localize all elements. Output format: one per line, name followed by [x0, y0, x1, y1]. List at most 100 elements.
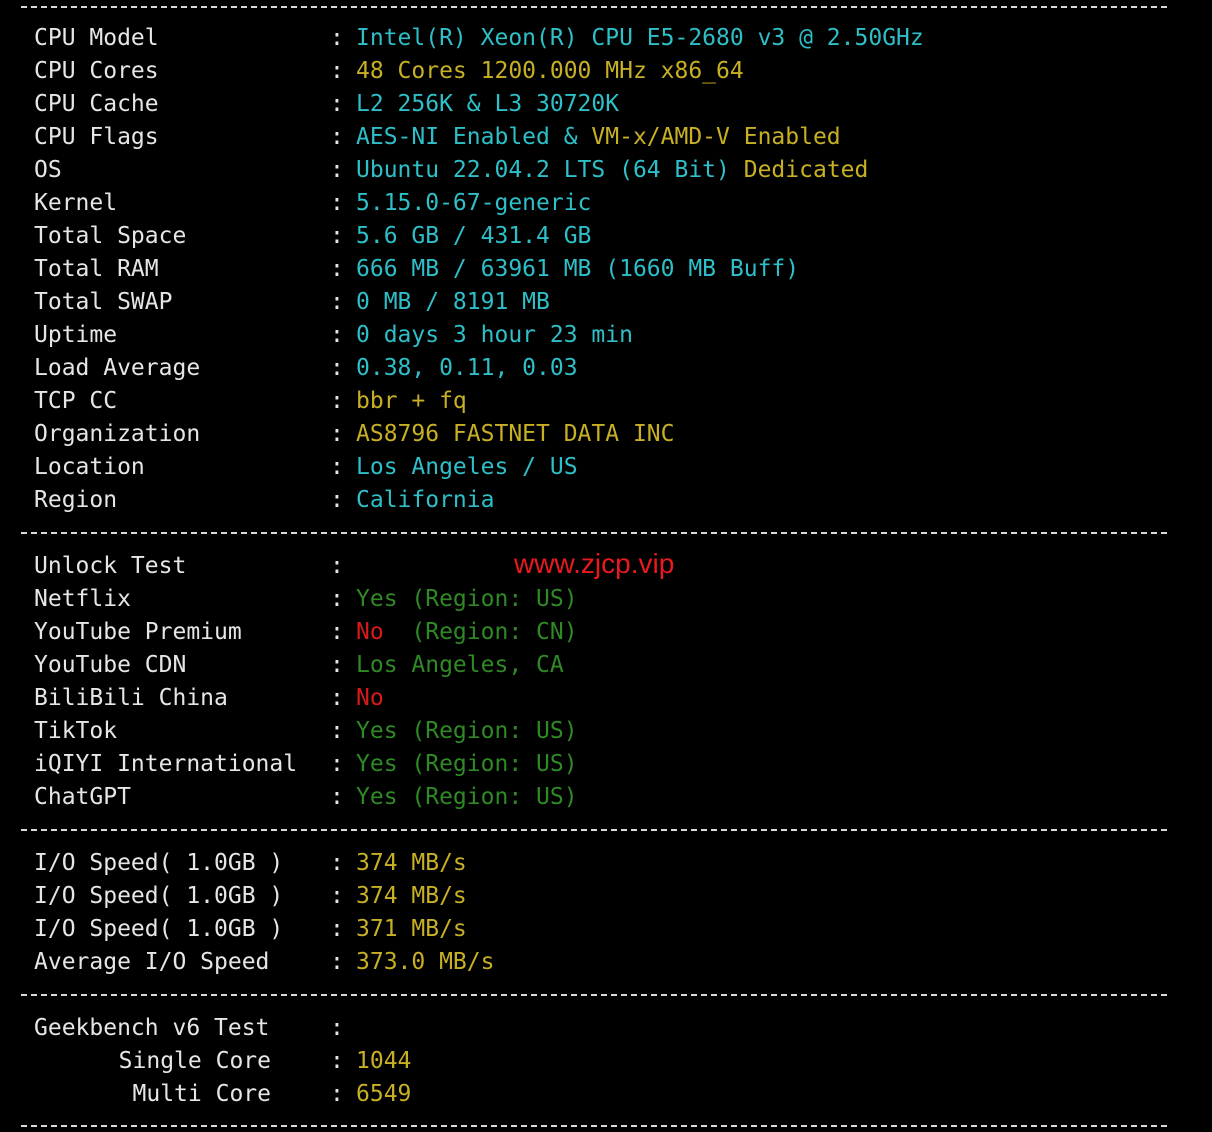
colon-separator: : — [330, 421, 344, 447]
row-value: 374 MB/s — [356, 847, 467, 880]
row-label: Single Core — [118, 1048, 271, 1074]
value-segment: L2 256K & L3 30720K — [356, 91, 620, 117]
row-value: No — [356, 682, 384, 715]
value-segment: 666 MB / 63961 MB (1660 MB Buff) — [356, 256, 800, 282]
colon-separator: : — [330, 553, 344, 579]
row-value: 373.0 MB/s — [356, 946, 494, 979]
row-value: 5.15.0-67-generic — [356, 187, 591, 220]
value-segment: 5.6 GB / 431.4 GB — [356, 223, 592, 249]
value-segment: No — [356, 619, 398, 645]
row-label: Region — [34, 487, 118, 513]
row-value: bbr + fq — [356, 385, 467, 418]
row-label: CPU Model — [34, 25, 159, 51]
colon-separator: : — [330, 751, 344, 777]
colon-separator: : — [330, 190, 344, 216]
value-segment: California — [356, 487, 495, 513]
value-segment: 1044 — [356, 1048, 412, 1074]
colon-separator: : — [330, 487, 344, 513]
row-value: 0 MB / 8191 MB — [356, 286, 550, 319]
colon-separator: : — [330, 916, 344, 942]
row-label: I/O Speed( 1.0GB ) — [34, 883, 284, 909]
colon-separator: : — [330, 619, 344, 645]
row-value: 666 MB / 63961 MB (1660 MB Buff) — [356, 253, 799, 286]
row-value: L2 256K & L3 30720K — [356, 88, 619, 121]
value-segment: bbr + fq — [356, 388, 467, 414]
row-label: Unlock Test — [34, 553, 187, 579]
row-label: ChatGPT — [34, 784, 131, 810]
row-label: YouTube Premium — [34, 619, 242, 645]
colon-separator: : — [330, 289, 344, 315]
row-label: Load Average — [34, 355, 201, 381]
value-segment: 374 MB/s — [356, 850, 467, 876]
row-value: Ubuntu 22.04.2 LTS (64 Bit) Dedicated — [356, 154, 868, 187]
row-value: AES-NI Enabled & VM-x/AMD-V Enabled — [356, 121, 841, 154]
row-value: Yes (Region: US) — [356, 781, 578, 814]
value-segment: Los Angeles / US — [356, 454, 578, 480]
colon-separator: : — [330, 322, 344, 348]
colon-separator: : — [330, 91, 344, 117]
row-value: 0 days 3 hour 23 min — [356, 319, 633, 352]
colon-separator: : — [330, 1081, 344, 1107]
row-label: Uptime — [34, 322, 118, 348]
row-label: BiliBili China — [34, 685, 228, 711]
row-label: Organization — [34, 421, 201, 447]
colon-separator: : — [330, 949, 344, 975]
separator-line — [21, 829, 1167, 831]
row-label: Total SWAP — [34, 289, 173, 315]
colon-separator: : — [330, 718, 344, 744]
colon-separator: : — [330, 652, 344, 678]
terminal-window: CPU Model: Intel(R) Xeon(R) CPU E5-2680 v… — [0, 0, 1212, 1132]
row-value: Yes (Region: US) — [356, 715, 578, 748]
row-label: TCP CC — [34, 388, 118, 414]
row-value: Yes (Region: US) — [356, 748, 578, 781]
row-label: Location — [34, 454, 145, 480]
colon-separator: : — [330, 454, 344, 480]
row-label: YouTube CDN — [34, 652, 187, 678]
row-value: 5.6 GB / 431.4 GB — [356, 220, 591, 253]
row-value: AS8796 FASTNET DATA INC — [356, 418, 675, 451]
colon-separator: : — [330, 157, 344, 183]
row-value: Yes (Region: US) — [356, 583, 578, 616]
row-value: California — [356, 484, 494, 517]
row-value: No (Region: CN) — [356, 616, 578, 649]
row-value: Intel(R) Xeon(R) CPU E5-2680 v3 @ 2.50GH… — [356, 22, 924, 55]
value-segment: 373.0 MB/s — [356, 949, 495, 975]
colon-separator: : — [330, 58, 344, 84]
row-value: Los Angeles / US — [356, 451, 578, 484]
row-value: 371 MB/s — [356, 913, 467, 946]
row-label: Netflix — [34, 586, 131, 612]
value-segment: 374 MB/s — [356, 883, 467, 909]
colon-separator: : — [330, 883, 344, 909]
value-segment: Los Angeles, CA — [356, 652, 564, 678]
colon-separator: : — [330, 25, 344, 51]
colon-separator: : — [330, 586, 344, 612]
row-label: OS — [34, 157, 62, 183]
row-label: Average I/O Speed — [34, 949, 270, 975]
row-label: Geekbench v6 Test — [34, 1015, 270, 1041]
value-segment: VM-x/AMD-V Enabled — [591, 124, 841, 150]
colon-separator: : — [330, 223, 344, 249]
value-segment: Ubuntu 22.04.2 LTS (64 Bit) — [356, 157, 744, 183]
row-value: 0.38, 0.11, 0.03 — [356, 352, 578, 385]
separator-line — [21, 1125, 1167, 1127]
row-label: Total RAM — [34, 256, 159, 282]
value-segment: Yes (Region: US) — [356, 751, 578, 777]
colon-separator: : — [330, 355, 344, 381]
row-label: CPU Flags — [34, 124, 159, 150]
row-value: 1044 — [356, 1045, 411, 1078]
value-segment: Yes (Region: US) — [356, 784, 578, 810]
value-segment: 0.38, 0.11, 0.03 — [356, 355, 578, 381]
row-label: Total Space — [34, 223, 187, 249]
separator-line — [21, 532, 1167, 534]
value-segment: No — [356, 685, 384, 711]
colon-separator: : — [330, 1048, 344, 1074]
row-value: 374 MB/s — [356, 880, 467, 913]
value-segment: AS8796 FASTNET DATA INC — [356, 421, 675, 447]
row-label: Kernel — [34, 190, 118, 216]
colon-separator: : — [330, 1015, 344, 1041]
value-segment: 5.15.0-67-generic — [356, 190, 592, 216]
colon-separator: : — [330, 124, 344, 150]
row-label: CPU Cores — [34, 58, 159, 84]
row-label: iQIYI International — [34, 751, 298, 777]
separator-line — [21, 994, 1167, 996]
